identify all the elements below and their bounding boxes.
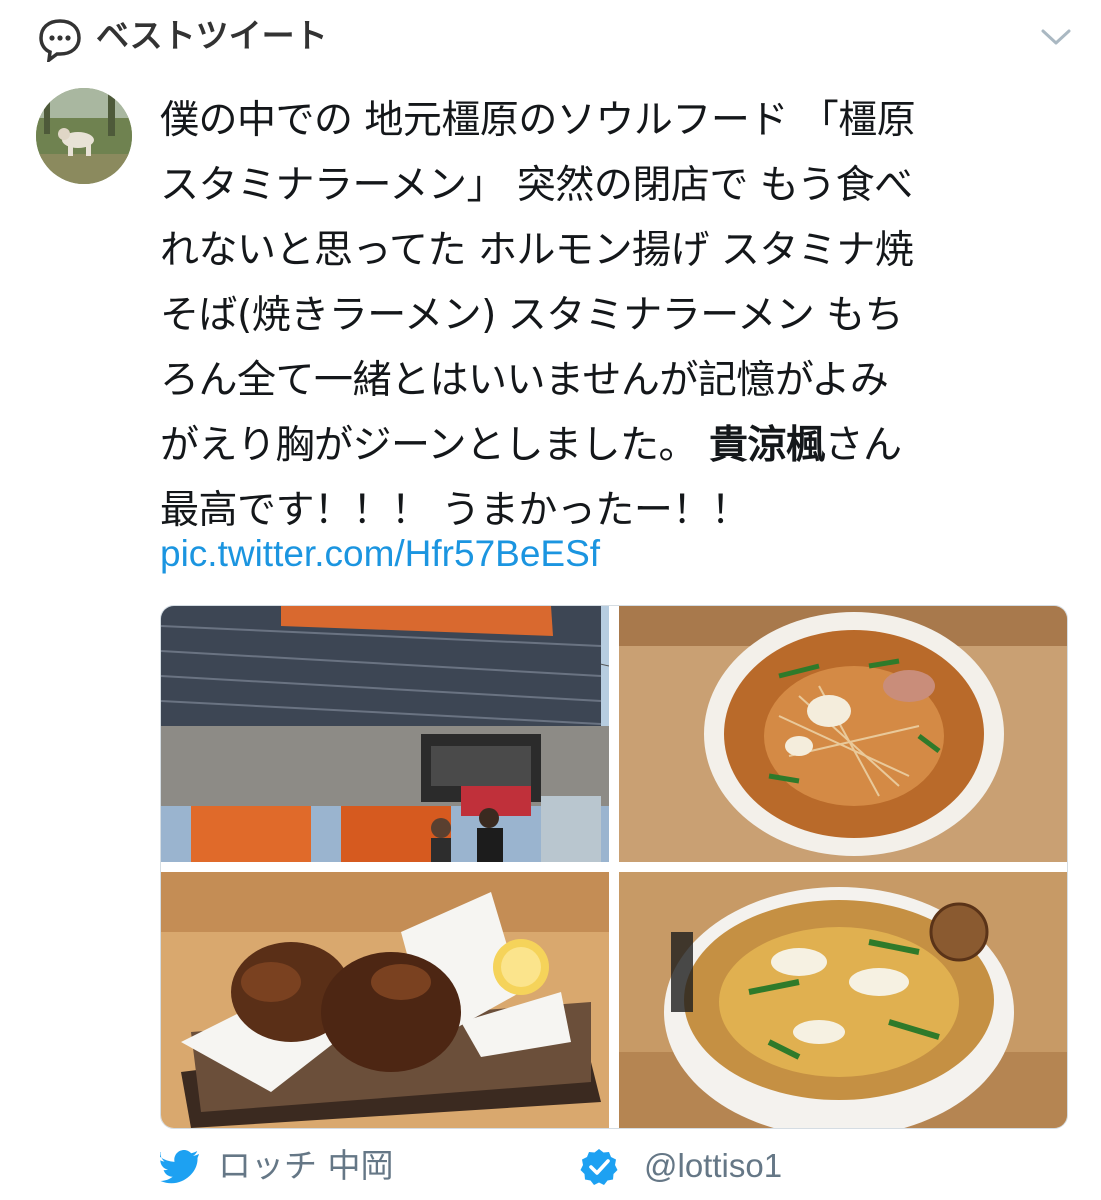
restaurant-storefront-photo[interactable] — [161, 606, 609, 862]
tweet-text-line: そば(焼きラーメン) スタミナラーメン もち — [160, 293, 904, 338]
tweet-text-line: がえり胸がジーンとしました。 貴涼楓さん — [160, 413, 1040, 478]
chevron-down-icon[interactable] — [1040, 26, 1072, 48]
media-link[interactable]: pic.twitter.com/Hfr57BeESf — [160, 526, 600, 582]
tweet-text: 僕の中での 地元橿原のソウルフード 「橿原 スタミナラーメン」 突然の閉店で も… — [160, 88, 1040, 543]
tweet-text-line: れないと思ってた ホルモン揚げ スタミナ焼 — [160, 228, 914, 273]
verified-badge-icon — [580, 1149, 618, 1185]
twitter-bird-icon — [160, 1150, 199, 1184]
author-name[interactable]: ロッチ 中岡 — [218, 1140, 394, 1192]
tweet-author-footer: ロッチ 中岡 @lottiso1 — [160, 1140, 1060, 1192]
tweet-text-line: 僕の中での 地元橿原のソウルフード 「橿原 — [160, 98, 916, 143]
tweet-text-line: ろん全て一緒とはいいませんが記憶がよみ — [160, 358, 889, 403]
stamina-yakisoba-photo[interactable] — [619, 606, 1067, 862]
author-handle[interactable]: @lottiso1 — [644, 1140, 782, 1192]
section-header: ベストツイート — [0, 0, 1101, 78]
speech-bubble-icon — [39, 19, 81, 62]
mention-link[interactable]: 貴涼楓 — [709, 423, 825, 468]
author-avatar[interactable] — [36, 88, 132, 184]
tweet-text-fragment: さん — [824, 423, 902, 468]
media-grid — [160, 605, 1068, 1129]
tweet-text-fragment: がえり胸がジーンとしました。 — [160, 423, 709, 468]
section-title: ベストツイート — [96, 16, 328, 55]
tweet-text-line: スタミナラーメン」 突然の閉店で もう食べ — [160, 163, 913, 208]
horumon-age-photo[interactable] — [161, 872, 609, 1128]
stamina-ramen-photo[interactable] — [619, 872, 1067, 1128]
